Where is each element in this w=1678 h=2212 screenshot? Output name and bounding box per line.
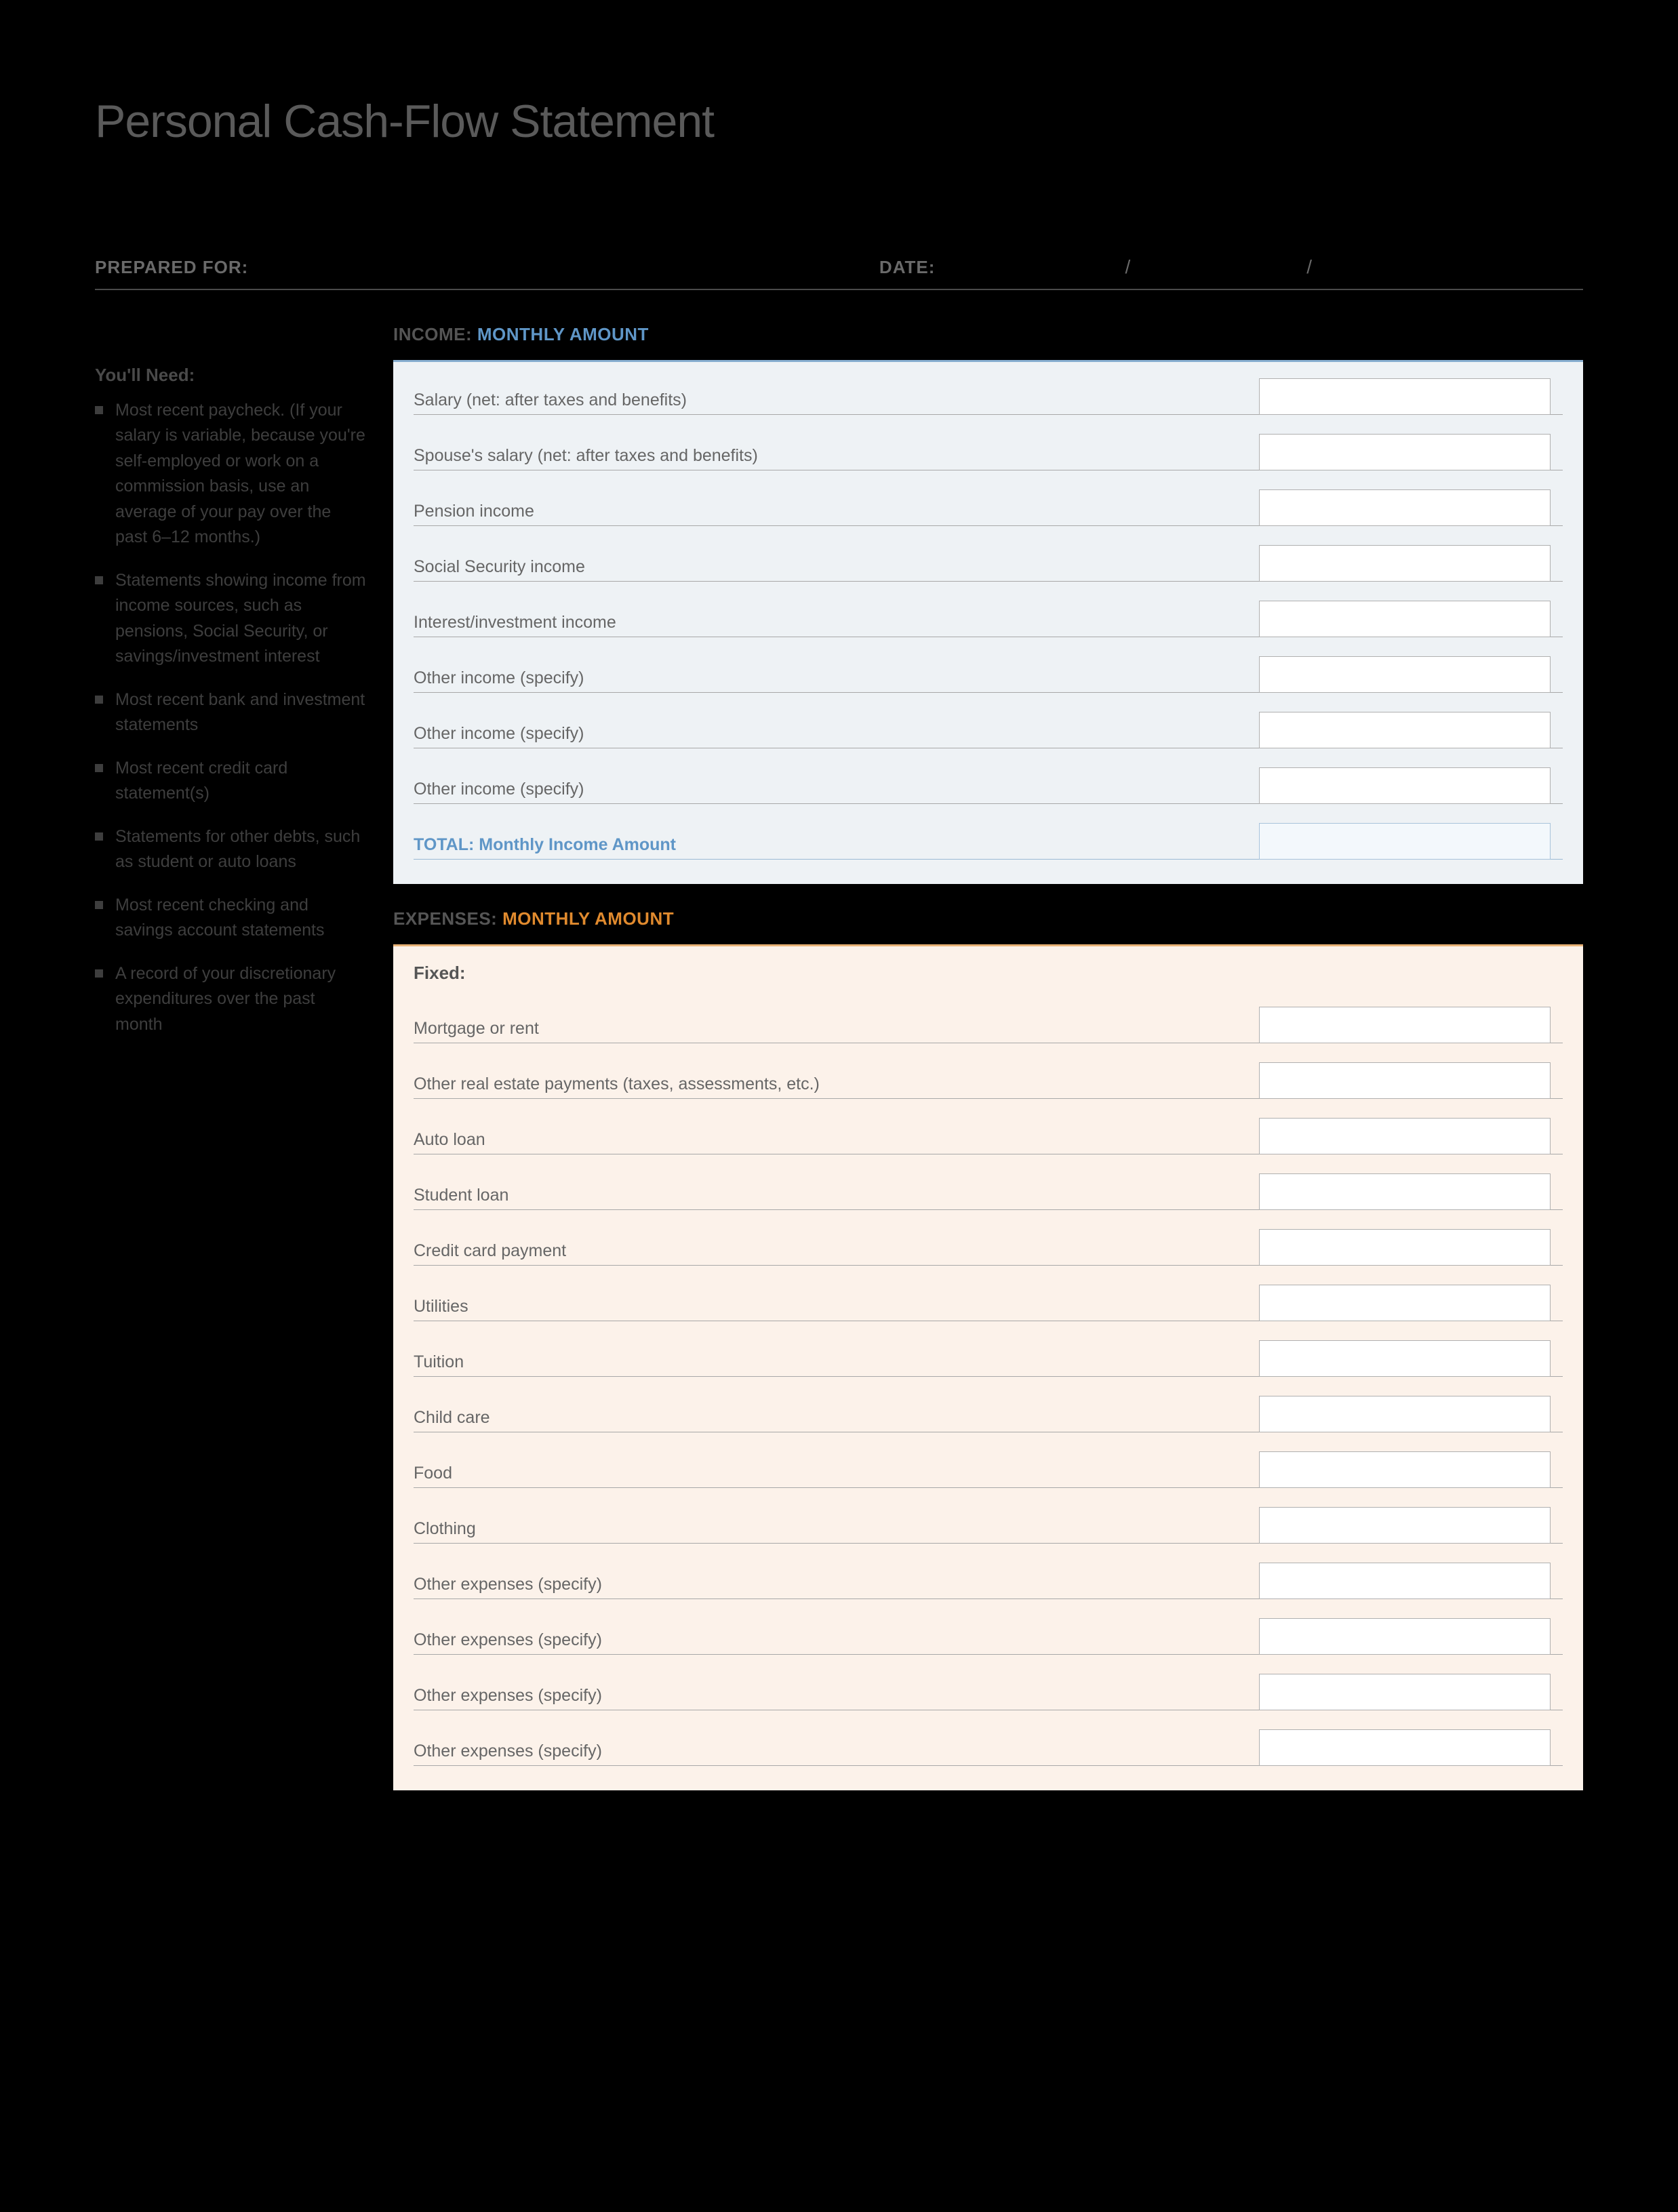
- header-row: PREPARED FOR: DATE: / /: [95, 256, 1583, 290]
- income-row: Pension income: [414, 489, 1563, 526]
- expense-row: Child care: [414, 1396, 1563, 1432]
- income-panel: Salary (net: after taxes and benefits) S…: [393, 360, 1583, 884]
- expense-other-4-input[interactable]: [1259, 1729, 1551, 1766]
- need-item: Statements showing income from income so…: [95, 568, 366, 670]
- expense-student-loan-input[interactable]: [1259, 1173, 1551, 1210]
- need-item: Statements for other debts, such as stud…: [95, 824, 366, 875]
- expense-row: Other expenses (specify): [414, 1563, 1563, 1599]
- expense-row-label: Tuition: [414, 1352, 1259, 1377]
- income-row-label: Other income (specify): [414, 724, 1259, 748]
- income-row: Other income (specify): [414, 712, 1563, 748]
- income-heading-suffix: MONTHLY AMOUNT: [477, 324, 649, 344]
- date-sep-2: /: [1306, 256, 1312, 278]
- expense-row: Food: [414, 1451, 1563, 1488]
- need-item: Most recent credit card statement(s): [95, 756, 366, 807]
- expense-other-3-input[interactable]: [1259, 1674, 1551, 1710]
- income-other-3-input[interactable]: [1259, 767, 1551, 804]
- expense-row: Utilities: [414, 1285, 1563, 1321]
- expense-row-label: Food: [414, 1464, 1259, 1488]
- expense-row: Mortgage or rent: [414, 1007, 1563, 1043]
- income-heading-prefix: INCOME:: [393, 324, 477, 344]
- income-row-label: Pension income: [414, 502, 1259, 526]
- expense-row-label: Other expenses (specify): [414, 1686, 1259, 1710]
- content-area: INCOME: MONTHLY AMOUNT Salary (net: afte…: [393, 324, 1583, 1790]
- need-item: Most recent paycheck. (If your salary is…: [95, 398, 366, 550]
- expense-other-1-input[interactable]: [1259, 1563, 1551, 1599]
- expense-row: Tuition: [414, 1340, 1563, 1377]
- income-total-input[interactable]: [1259, 823, 1551, 860]
- income-social-security-input[interactable]: [1259, 545, 1551, 582]
- expense-row-label: Other real estate payments (taxes, asses…: [414, 1074, 1259, 1099]
- expenses-heading-suffix: MONTHLY AMOUNT: [502, 908, 674, 929]
- expense-row: Other expenses (specify): [414, 1729, 1563, 1766]
- income-total-label: TOTAL: Monthly Income Amount: [414, 835, 1259, 860]
- youll-need-list: Most recent paycheck. (If your salary is…: [95, 398, 366, 1038]
- income-other-1-input[interactable]: [1259, 656, 1551, 693]
- income-total-row: TOTAL: Monthly Income Amount: [414, 823, 1563, 860]
- income-other-2-input[interactable]: [1259, 712, 1551, 748]
- expense-row-label: Other expenses (specify): [414, 1630, 1259, 1655]
- income-row-label: Other income (specify): [414, 780, 1259, 804]
- expense-other-2-input[interactable]: [1259, 1618, 1551, 1655]
- income-row-label: Other income (specify): [414, 668, 1259, 693]
- expense-row-label: Utilities: [414, 1297, 1259, 1321]
- income-row: Other income (specify): [414, 656, 1563, 693]
- expense-row: Clothing: [414, 1507, 1563, 1544]
- prepared-for-label: PREPARED FOR:: [95, 257, 248, 278]
- expense-row-label: Clothing: [414, 1519, 1259, 1544]
- expenses-panel: Fixed: Mortgage or rent Other real estat…: [393, 944, 1583, 1790]
- expense-row: Auto loan: [414, 1118, 1563, 1154]
- expense-row: Credit card payment: [414, 1229, 1563, 1266]
- expense-mortgage-input[interactable]: [1259, 1007, 1551, 1043]
- income-row: Spouse's salary (net: after taxes and be…: [414, 434, 1563, 470]
- income-row-label: Social Security income: [414, 557, 1259, 582]
- income-row: Salary (net: after taxes and benefits): [414, 378, 1563, 415]
- date-day-input[interactable]: [1212, 260, 1225, 281]
- expense-clothing-input[interactable]: [1259, 1507, 1551, 1544]
- youll-need-heading: You'll Need:: [95, 365, 366, 386]
- expense-row-label: Other expenses (specify): [414, 1575, 1259, 1599]
- expense-row-label: Child care: [414, 1408, 1259, 1432]
- expense-row-label: Credit card payment: [414, 1241, 1259, 1266]
- income-row: Interest/investment income: [414, 601, 1563, 637]
- income-pension-input[interactable]: [1259, 489, 1551, 526]
- expense-real-estate-input[interactable]: [1259, 1062, 1551, 1099]
- date-month-input[interactable]: [1030, 260, 1043, 281]
- income-spouse-salary-input[interactable]: [1259, 434, 1551, 470]
- date-year-input[interactable]: [1393, 260, 1583, 281]
- income-row-label: Salary (net: after taxes and benefits): [414, 390, 1259, 415]
- date-label: DATE:: [879, 257, 936, 278]
- need-item: Most recent checking and savings account…: [95, 893, 366, 944]
- expense-row: Other real estate payments (taxes, asses…: [414, 1062, 1563, 1099]
- expense-row: Other expenses (specify): [414, 1618, 1563, 1655]
- income-salary-input[interactable]: [1259, 378, 1551, 415]
- expense-row-label: Mortgage or rent: [414, 1019, 1259, 1043]
- expense-tuition-input[interactable]: [1259, 1340, 1551, 1377]
- expense-utilities-input[interactable]: [1259, 1285, 1551, 1321]
- expenses-section-heading: EXPENSES: MONTHLY AMOUNT: [393, 908, 1583, 929]
- expenses-heading-prefix: EXPENSES:: [393, 908, 502, 929]
- income-interest-input[interactable]: [1259, 601, 1551, 637]
- expense-credit-card-input[interactable]: [1259, 1229, 1551, 1266]
- expense-child-care-input[interactable]: [1259, 1396, 1551, 1432]
- expense-row-label: Other expenses (specify): [414, 1742, 1259, 1766]
- expense-row-label: Student loan: [414, 1186, 1259, 1210]
- prepared-for-input[interactable]: [262, 260, 852, 281]
- expense-row: Other expenses (specify): [414, 1674, 1563, 1710]
- expense-row-label: Auto loan: [414, 1130, 1259, 1154]
- income-section-heading: INCOME: MONTHLY AMOUNT: [393, 324, 1583, 345]
- need-item: Most recent bank and investment statemen…: [95, 687, 366, 738]
- income-row-label: Interest/investment income: [414, 613, 1259, 637]
- sidebar: You'll Need: Most recent paycheck. (If y…: [95, 324, 366, 1790]
- expenses-fixed-subheading: Fixed:: [414, 963, 1563, 984]
- income-row-label: Spouse's salary (net: after taxes and be…: [414, 446, 1259, 470]
- expense-row: Student loan: [414, 1173, 1563, 1210]
- income-row: Social Security income: [414, 545, 1563, 582]
- expense-auto-loan-input[interactable]: [1259, 1118, 1551, 1154]
- need-item: A record of your discretionary expenditu…: [95, 961, 366, 1038]
- expense-food-input[interactable]: [1259, 1451, 1551, 1488]
- income-row: Other income (specify): [414, 767, 1563, 804]
- page-title: Personal Cash-Flow Statement: [95, 95, 1583, 148]
- date-sep-1: /: [1125, 256, 1130, 278]
